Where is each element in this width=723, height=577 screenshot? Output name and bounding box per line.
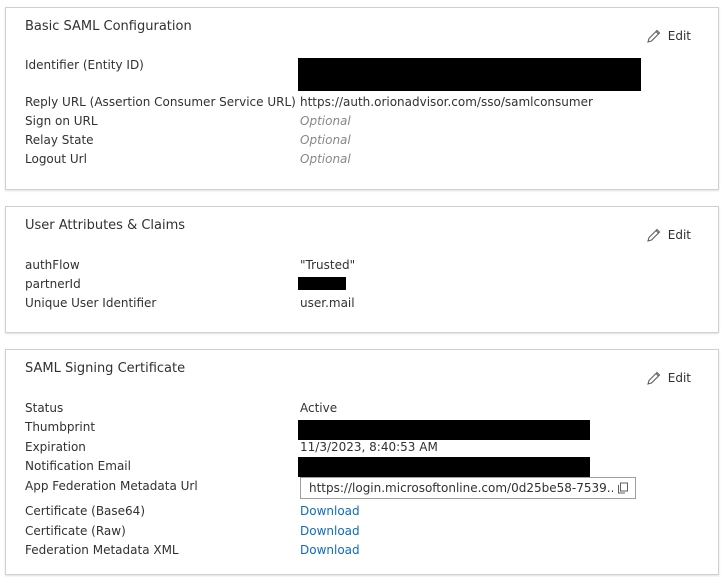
federation-metadata-xml-download-link[interactable]: Download [300,543,360,557]
edit-saml-config-button[interactable]: Edit [646,28,691,44]
expiration-value: 11/3/2023, 8:40:53 AM [300,440,438,454]
edit-label: Edit [667,371,691,385]
authflow-label: authFlow [25,258,80,272]
reply-url-label: Reply URL (Assertion Consumer Service UR… [25,95,296,109]
edit-label: Edit [667,228,691,242]
relay-state-value: Optional [300,133,351,147]
certificate-raw-label: Certificate (Raw) [25,524,126,538]
redacted-thumbprint-value [298,420,590,440]
card-title: Basic SAML Configuration [25,19,192,34]
reply-url-value: https://auth.orionadvisor.com/sso/samlco… [300,95,593,109]
app-federation-metadata-url-field[interactable]: https://login.microsoftonline.com/0d25be… [300,477,636,499]
pencil-icon [646,227,662,243]
pencil-icon [646,370,662,386]
sign-on-url-value: Optional [300,114,351,128]
authflow-value: "Trusted" [300,258,356,272]
logout-url-value: Optional [300,152,351,166]
pencil-icon [646,28,662,44]
unique-user-identifier-value: user.mail [300,296,355,310]
redacted-identifier-value [298,58,641,91]
card-title: SAML Signing Certificate [25,361,186,376]
user-attributes-claims-card: User Attributes & Claims Edit authFlow "… [5,206,719,333]
identifier-label: Identifier (Entity ID) [25,58,144,72]
card-title: User Attributes & Claims [25,218,186,233]
expiration-label: Expiration [25,440,86,454]
notification-email-label: Notification Email [25,459,131,473]
partnerid-label: partnerId [25,277,81,291]
basic-saml-configuration-card: Basic SAML Configuration Edit Identifier… [5,7,719,190]
redacted-notification-email-value [298,457,590,477]
status-value: Active [300,401,338,415]
logout-url-label: Logout Url [25,152,87,166]
certificate-base64-label: Certificate (Base64) [25,504,145,518]
unique-user-identifier-label: Unique User Identifier [25,296,157,310]
sign-on-url-label: Sign on URL [25,114,98,128]
relay-state-label: Relay State [25,133,94,147]
status-label: Status [25,401,64,415]
certificate-base64-download-link[interactable]: Download [300,504,360,518]
thumbprint-label: Thumbprint [25,420,96,434]
copy-icon[interactable] [613,478,633,498]
app-federation-metadata-url-label: App Federation Metadata Url [25,479,198,493]
edit-label: Edit [667,29,691,43]
federation-metadata-xml-label: Federation Metadata XML [25,543,179,557]
edit-certificate-button[interactable]: Edit [646,370,691,386]
saml-signing-certificate-card: SAML Signing Certificate Edit Status Act… [5,349,719,575]
edit-claims-button[interactable]: Edit [646,227,691,243]
redacted-partnerid-value [298,277,346,290]
certificate-raw-download-link[interactable]: Download [300,524,360,538]
app-federation-metadata-url-value: https://login.microsoftonline.com/0d25be… [309,481,613,495]
